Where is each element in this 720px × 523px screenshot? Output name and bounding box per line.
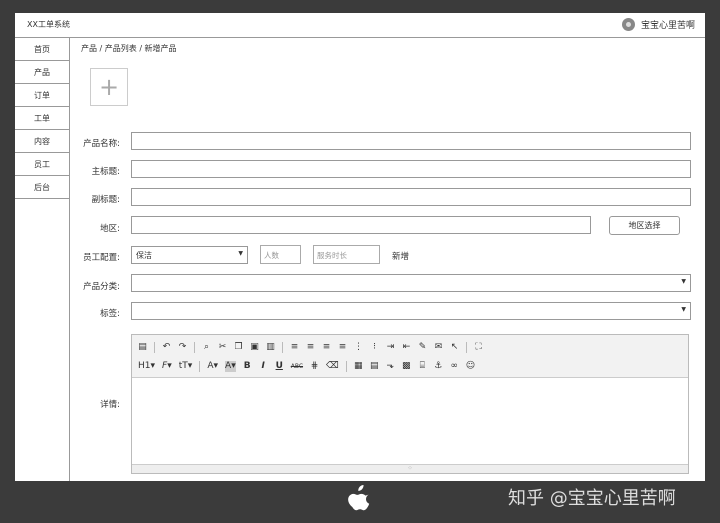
sidebar-item-home[interactable]: 首页 bbox=[15, 38, 69, 61]
justify-icon[interactable]: ≡ bbox=[338, 342, 347, 353]
page-break-icon[interactable]: ⌸ bbox=[418, 361, 427, 372]
tags-label: 标签: bbox=[100, 309, 120, 319]
align-right-icon[interactable]: ≡ bbox=[322, 342, 331, 353]
strikethrough-button[interactable]: ABC bbox=[291, 361, 303, 372]
region-label: 地区: bbox=[100, 224, 120, 234]
region-select-button[interactable]: 地区选择 bbox=[609, 216, 680, 235]
product-name-input[interactable] bbox=[131, 132, 691, 150]
sidebar-item-tickets[interactable]: 工单 bbox=[15, 107, 69, 130]
add-staff-link[interactable]: 新增 bbox=[392, 250, 409, 262]
cut-icon[interactable]: ✂ bbox=[218, 342, 227, 353]
app-title: XX工单系统 bbox=[27, 20, 70, 29]
italic-button[interactable]: I bbox=[259, 361, 268, 372]
avatar[interactable] bbox=[621, 18, 635, 31]
unordered-list-icon[interactable]: ⁝ bbox=[370, 342, 379, 353]
breadcrumb: 产品 / 产品列表 / 新增产品 bbox=[81, 44, 177, 53]
heading-button[interactable]: H1 ▾ bbox=[138, 361, 155, 372]
link-icon[interactable]: ∞ bbox=[450, 361, 459, 372]
anchor-icon[interactable]: ⚓ bbox=[434, 361, 443, 372]
chevron-down-icon: ▼ bbox=[681, 306, 686, 313]
undo-icon[interactable]: ↶ bbox=[162, 342, 171, 353]
sidebar-item-admin[interactable]: 后台 bbox=[15, 176, 69, 199]
font-size-button[interactable]: tT ▾ bbox=[179, 361, 193, 372]
font-family-button[interactable]: F ▾ bbox=[162, 361, 172, 372]
underline-button[interactable]: U bbox=[275, 361, 284, 372]
find-icon[interactable]: ⌕ bbox=[202, 342, 211, 353]
bg-color-button[interactable]: A ▾ bbox=[225, 360, 236, 372]
details-label: 详情: bbox=[100, 400, 120, 410]
sidebar: 首页 产品 订单 工单 内容 员工 后台 bbox=[15, 38, 70, 481]
paste-icon[interactable]: ▣ bbox=[250, 342, 259, 353]
insert-row-icon[interactable]: ⬎ bbox=[386, 361, 395, 372]
toolbar-row-1: ▤ ↶ ↷ ⌕ ✂ ❐ ▣ ▥ ≡ ≡ ≡ ≡ ⋮ ⁝ ⇥ ⇤ ✎ ✉ ↖ ⛶ bbox=[138, 340, 483, 354]
align-center-icon[interactable]: ≡ bbox=[306, 342, 315, 353]
app-window: XX工单系统 宝宝心里苦啊 首页 产品 订单 工单 内容 员工 后台 产品 / … bbox=[15, 13, 705, 481]
eraser-icon[interactable]: ⌫ bbox=[326, 361, 339, 372]
table-grid-icon[interactable]: ⋕ bbox=[310, 361, 319, 372]
indent-icon[interactable]: ⇥ bbox=[386, 342, 395, 353]
watermark: 知乎 @宝宝心里苦啊 bbox=[508, 488, 676, 509]
toolbar-row-2: H1 ▾ F ▾ tT ▾ A ▾ A ▾ B I U ABC ⋕ ⌫ ▦ ▤ … bbox=[138, 359, 475, 373]
category-label: 产品分类: bbox=[83, 282, 120, 292]
align-left-icon[interactable]: ≡ bbox=[290, 342, 299, 353]
chevron-down-icon: ▼ bbox=[238, 250, 243, 257]
staff-config-select[interactable]: 保洁 ▼ bbox=[131, 246, 248, 264]
select-icon[interactable]: ↖ bbox=[450, 342, 459, 353]
source-icon[interactable]: ▤ bbox=[138, 342, 147, 353]
plus-icon: + bbox=[98, 73, 120, 101]
sidebar-item-orders[interactable]: 订单 bbox=[15, 84, 69, 107]
image-icon[interactable]: ▦ bbox=[354, 361, 363, 372]
image-upload-button[interactable]: + bbox=[90, 68, 128, 106]
table-icon[interactable]: ▤ bbox=[370, 361, 379, 372]
category-select[interactable]: ▼ bbox=[131, 274, 691, 292]
clear-icon[interactable]: ✎ bbox=[418, 342, 427, 353]
monitor-frame: XX工单系统 宝宝心里苦啊 首页 产品 订单 工单 内容 员工 后台 产品 / … bbox=[0, 0, 720, 523]
ordered-list-icon[interactable]: ⋮ bbox=[354, 342, 363, 353]
sidebar-item-products[interactable]: 产品 bbox=[15, 61, 69, 84]
people-count-input[interactable]: 人数 bbox=[260, 245, 301, 264]
template-icon[interactable]: ✉ bbox=[434, 342, 443, 353]
editor-toolbar: ▤ ↶ ↷ ⌕ ✂ ❐ ▣ ▥ ≡ ≡ ≡ ≡ ⋮ ⁝ ⇥ ⇤ ✎ ✉ ↖ ⛶ … bbox=[132, 335, 688, 378]
region-input[interactable] bbox=[131, 216, 591, 234]
copy-icon[interactable]: ❐ bbox=[234, 342, 243, 353]
sidebar-item-staff[interactable]: 员工 bbox=[15, 153, 69, 176]
rich-text-editor[interactable]: ▤ ↶ ↷ ⌕ ✂ ❐ ▣ ▥ ≡ ≡ ≡ ≡ ⋮ ⁝ ⇥ ⇤ ✎ ✉ ↖ ⛶ … bbox=[131, 334, 689, 474]
paste-text-icon[interactable]: ▥ bbox=[266, 342, 275, 353]
service-duration-input[interactable]: 服务时长 bbox=[313, 245, 380, 264]
sidebar-item-content[interactable]: 内容 bbox=[15, 130, 69, 153]
product-name-label: 产品名称: bbox=[83, 139, 120, 149]
fullscreen-icon[interactable]: ⛶ bbox=[474, 342, 483, 353]
chevron-down-icon: ▼ bbox=[681, 278, 686, 285]
main-title-input[interactable] bbox=[131, 160, 691, 178]
outdent-icon[interactable]: ⇤ bbox=[402, 342, 411, 353]
staff-config-value: 保洁 bbox=[136, 251, 152, 260]
emoji-icon[interactable]: ☺ bbox=[466, 361, 475, 372]
resize-handle[interactable]: ⁘ bbox=[132, 464, 688, 473]
sub-title-label: 副标题: bbox=[91, 195, 120, 205]
font-color-button[interactable]: A ▾ bbox=[207, 361, 218, 372]
main-title-label: 主标题: bbox=[91, 167, 120, 177]
redo-icon[interactable]: ↷ bbox=[178, 342, 187, 353]
apple-logo-icon bbox=[348, 485, 370, 511]
editor-content-area[interactable] bbox=[132, 378, 688, 465]
top-bar: XX工单系统 宝宝心里苦啊 bbox=[15, 13, 705, 38]
main-content: 产品 / 产品列表 / 新增产品 + 产品名称: 主标题: 副标题: 地区: 地… bbox=[70, 38, 705, 481]
sub-title-input[interactable] bbox=[131, 188, 691, 206]
staff-config-label: 员工配置: bbox=[83, 253, 120, 263]
picture-icon[interactable]: ▩ bbox=[402, 361, 411, 372]
user-menu[interactable]: 宝宝心里苦啊 bbox=[621, 18, 695, 31]
user-name[interactable]: 宝宝心里苦啊 bbox=[641, 18, 695, 31]
tags-select[interactable]: ▼ bbox=[131, 302, 691, 320]
bold-button[interactable]: B bbox=[243, 361, 252, 372]
